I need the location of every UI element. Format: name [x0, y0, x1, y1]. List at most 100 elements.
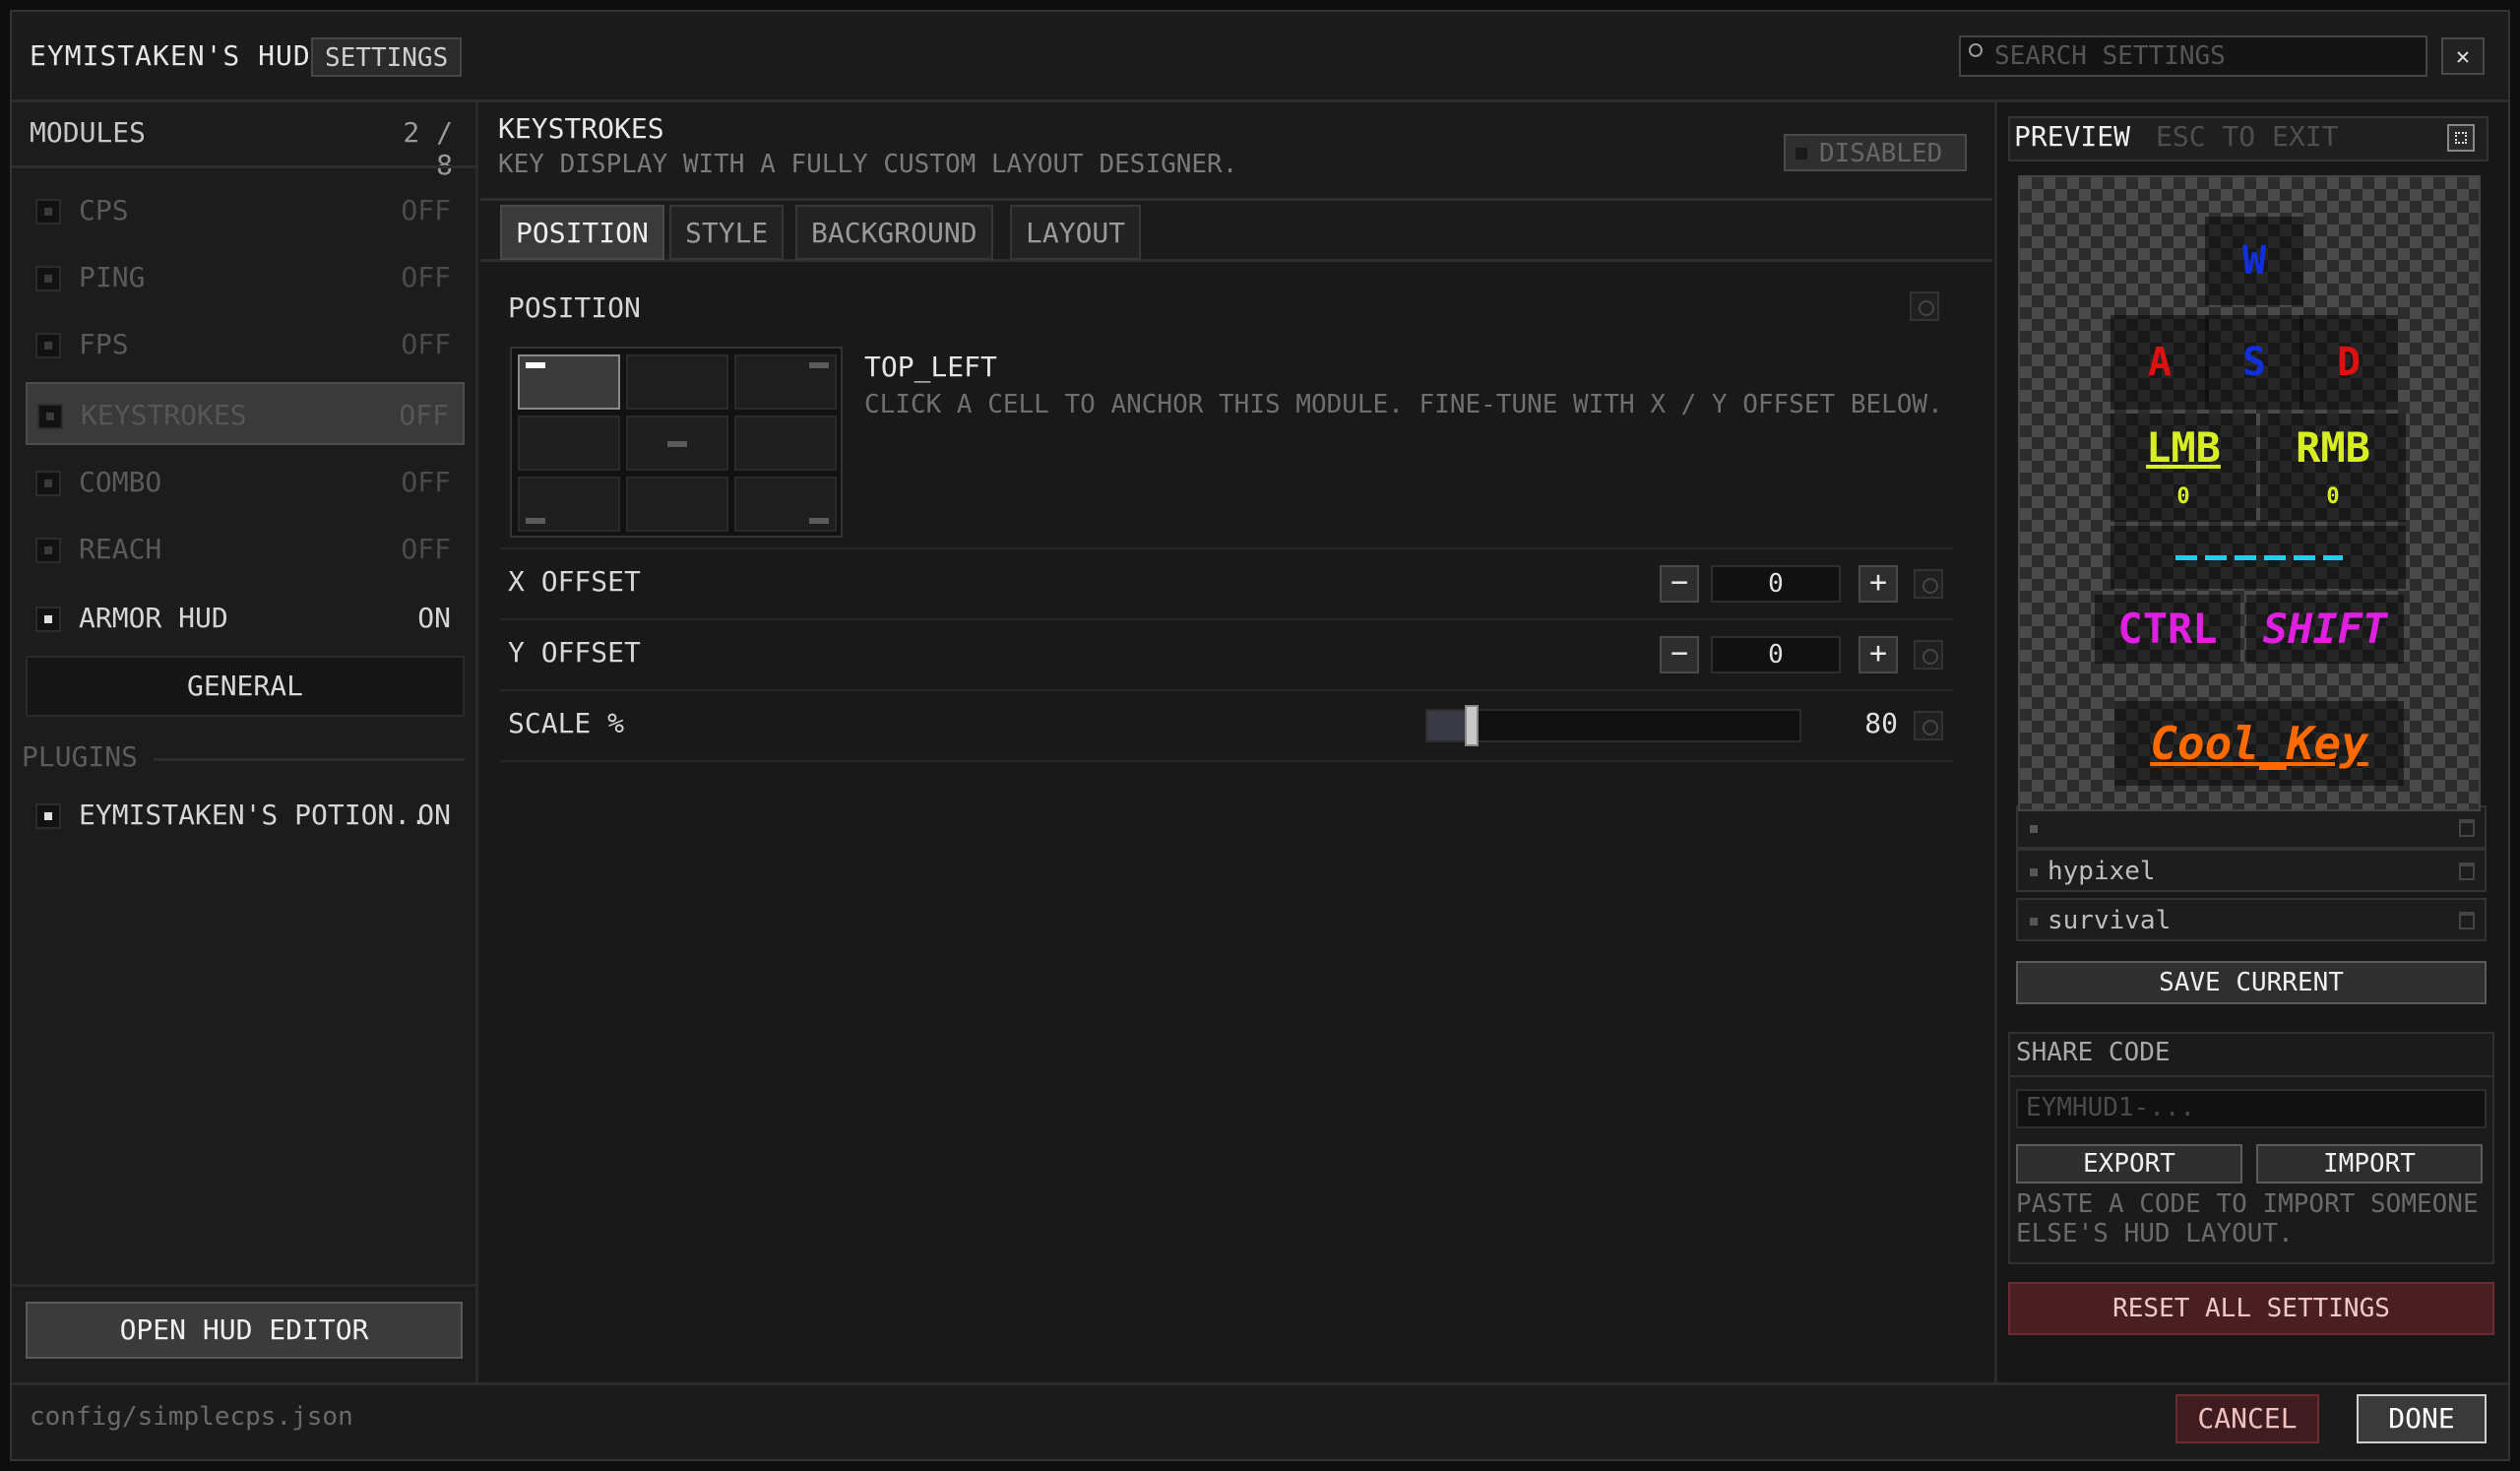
trash-icon[interactable]	[2459, 912, 2475, 929]
reset-icon[interactable]	[1914, 640, 1943, 670]
app-title: EYMISTAKEN'S HUD	[30, 39, 311, 72]
search-icon	[1969, 43, 1983, 57]
module-checkbox[interactable]	[35, 538, 61, 563]
divider	[12, 1284, 478, 1287]
layout-item[interactable]	[2016, 805, 2487, 849]
module-checkbox[interactable]	[35, 266, 61, 291]
anchor-cell-center[interactable]	[626, 416, 728, 471]
module-checkbox[interactable]	[35, 333, 61, 358]
export-button[interactable]: EXPORT	[2016, 1144, 2242, 1183]
module-row-reach[interactable]: REACH OFF	[26, 518, 465, 581]
scale-label: SCALE %	[508, 707, 625, 739]
x-offset-decrement-button[interactable]: −	[1660, 565, 1699, 603]
scale-slider-thumb[interactable]	[1465, 705, 1479, 746]
share-code-title: SHARE CODE	[2016, 1038, 2171, 1067]
anchor-cell-middle-right[interactable]	[734, 416, 837, 471]
anchor-cell-top-left[interactable]	[518, 354, 620, 410]
settings-tab[interactable]: SETTINGS	[311, 37, 463, 77]
layout-item[interactable]: survival	[2016, 898, 2487, 941]
fullscreen-icon[interactable]	[2447, 124, 2475, 152]
position-heading: POSITION	[508, 291, 641, 324]
x-offset-increment-button[interactable]: +	[1858, 565, 1898, 603]
module-row-combo[interactable]: COMBO OFF	[26, 451, 465, 514]
tab-style[interactable]: STYLE	[669, 205, 785, 260]
module-status-toggle[interactable]: DISABLED	[1784, 134, 1967, 171]
trash-icon[interactable]	[2459, 863, 2475, 880]
cancel-button[interactable]: CANCEL	[2175, 1394, 2319, 1443]
divider	[12, 165, 478, 168]
y-offset-increment-button[interactable]: +	[1858, 636, 1898, 673]
module-checkbox[interactable]	[37, 404, 63, 429]
module-checkbox[interactable]	[35, 607, 61, 632]
bullet-icon	[2030, 918, 2038, 926]
module-row-fps[interactable]: FPS OFF	[26, 313, 465, 376]
module-label: COMBO	[79, 466, 162, 498]
module-row-armor-hud[interactable]: ARMOR HUD ON	[26, 587, 465, 650]
trash-icon[interactable]	[2459, 819, 2475, 837]
x-offset-input[interactable]: 0	[1711, 565, 1841, 603]
general-button[interactable]: GENERAL	[26, 656, 465, 717]
status-label: DISABLED	[1819, 139, 1943, 168]
module-title: KEYSTROKES	[498, 112, 664, 145]
key-space	[2110, 526, 2406, 589]
x-offset-label: X OFFSET	[508, 565, 641, 598]
search-placeholder: SEARCH SETTINGS	[1994, 41, 2226, 71]
divider	[154, 758, 465, 761]
key-a: A	[2110, 315, 2209, 410]
divider	[500, 689, 1953, 691]
key-custom: Cool_Key	[2114, 701, 2404, 786]
key-ctrl: CTRL	[2095, 595, 2240, 664]
reset-icon[interactable]	[1910, 291, 1939, 321]
import-button[interactable]: IMPORT	[2256, 1144, 2483, 1183]
module-row-keystrokes[interactable]: KEYSTROKES OFF	[26, 382, 465, 445]
anchor-cell-top-right[interactable]	[734, 354, 837, 410]
y-offset-label: Y OFFSET	[508, 636, 641, 669]
anchor-cell-bottom-center[interactable]	[626, 477, 728, 532]
y-offset-input[interactable]: 0	[1711, 636, 1841, 673]
module-state: OFF	[399, 399, 449, 431]
preview-title: PREVIEW	[2014, 120, 2131, 153]
anchor-cell-bottom-left[interactable]	[518, 477, 620, 532]
reset-icon[interactable]	[1914, 711, 1943, 740]
module-label: FPS	[79, 328, 129, 360]
save-current-button[interactable]: SAVE CURRENT	[2016, 961, 2487, 1004]
divider	[500, 547, 1953, 549]
plugin-checkbox[interactable]	[35, 803, 61, 829]
scale-slider[interactable]	[1425, 709, 1801, 742]
anchor-cell-middle-left[interactable]	[518, 416, 620, 471]
module-row-ping[interactable]: PING OFF	[26, 246, 465, 309]
tab-background[interactable]: BACKGROUND	[795, 205, 993, 260]
plugin-row-potion[interactable]: EYMISTAKEN'S POTION.. ON	[26, 784, 465, 847]
close-button[interactable]: ✕	[2441, 37, 2485, 75]
scale-slider-fill	[1427, 711, 1467, 740]
done-button[interactable]: DONE	[2357, 1394, 2487, 1443]
module-checkbox[interactable]	[35, 471, 61, 496]
module-label: PING	[79, 261, 146, 293]
module-state: OFF	[401, 533, 451, 565]
reset-all-settings-button[interactable]: RESET ALL SETTINGS	[2008, 1282, 2494, 1335]
key-shift: SHIFT	[2246, 595, 2404, 664]
module-settings-panel	[480, 102, 1992, 1382]
anchor-description: CLICK A CELL TO ANCHOR THIS MODULE. FINE…	[864, 390, 1943, 419]
module-subtitle: KEY DISPLAY WITH A FULLY CUSTOM LAYOUT D…	[498, 150, 1238, 179]
layout-item[interactable]: hypixel	[2016, 849, 2487, 892]
divider	[500, 760, 1953, 762]
y-offset-decrement-button[interactable]: −	[1660, 636, 1699, 673]
module-state: OFF	[401, 194, 451, 226]
module-checkbox[interactable]	[35, 199, 61, 224]
key-rmb: RMB 0	[2260, 414, 2406, 522]
key-lmb-count: 0	[2176, 484, 2190, 509]
plugin-label: EYMISTAKEN'S POTION..	[79, 799, 428, 831]
key-lmb-label: LMB	[2146, 423, 2221, 472]
module-state: OFF	[401, 261, 451, 293]
tab-layout[interactable]: LAYOUT	[1010, 205, 1142, 260]
open-hud-editor-button[interactable]: OPEN HUD EDITOR	[26, 1302, 463, 1359]
anchor-cell-top-center[interactable]	[626, 354, 728, 410]
modules-count: 2 / 8	[403, 116, 453, 181]
module-label: KEYSTROKES	[81, 399, 247, 431]
reset-icon[interactable]	[1914, 569, 1943, 599]
bullet-icon	[2030, 868, 2038, 876]
anchor-cell-bottom-right[interactable]	[734, 477, 837, 532]
tab-position[interactable]: POSITION	[500, 205, 664, 260]
module-row-cps[interactable]: CPS OFF	[26, 179, 465, 242]
